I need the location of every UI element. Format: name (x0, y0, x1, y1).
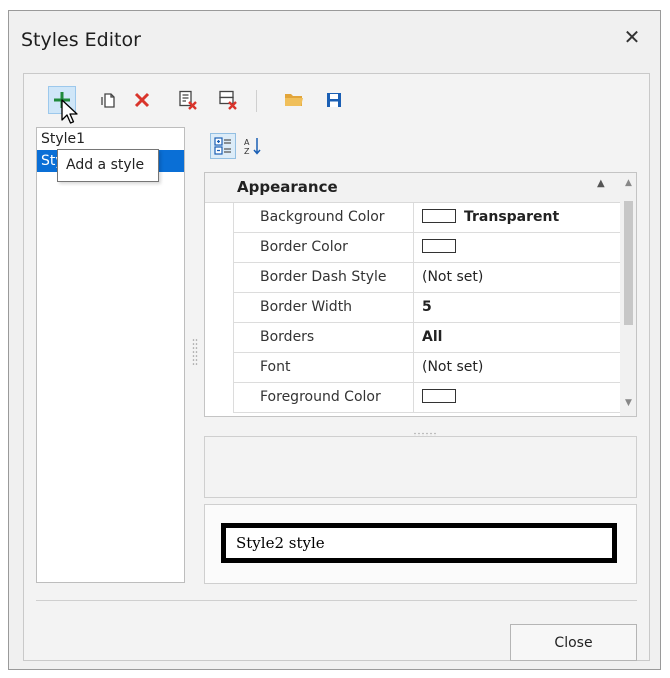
property-name: Foreground Color (233, 383, 414, 412)
property-name: Font (233, 353, 414, 382)
property-name: Border Color (233, 233, 414, 262)
property-value[interactable] (414, 233, 620, 262)
property-row-borders[interactable]: Borders All (233, 323, 620, 353)
delete-style-button[interactable] (128, 86, 156, 114)
property-name: Borders (233, 323, 414, 352)
scroll-down-icon[interactable]: ▼ (620, 395, 636, 412)
category-label: Appearance (237, 178, 338, 196)
property-value[interactable]: (Not set) (414, 353, 620, 382)
open-file-button[interactable] (280, 86, 308, 114)
style-preview-panel: Style2 style (204, 504, 637, 584)
color-swatch (422, 209, 456, 223)
property-row-border-color[interactable]: Border Color (233, 233, 620, 263)
styles-editor-window: Styles Editor ✕ Style1 A Z Appearance ▲ … (8, 10, 661, 670)
property-value[interactable] (414, 383, 620, 412)
preview-text: Style2 style (236, 534, 325, 552)
color-swatch (422, 239, 456, 253)
scrollbar-thumb[interactable] (624, 201, 633, 325)
category-row-appearance[interactable]: Appearance ▲ (205, 173, 620, 203)
window-close-icon[interactable]: ✕ (620, 25, 644, 49)
property-grid-scrollbar[interactable]: ▲ ▼ (620, 173, 636, 416)
property-row-background-color[interactable]: Background Color Transparent (233, 203, 620, 233)
horizontal-splitter[interactable] (409, 424, 449, 438)
splitter-grip-icon (192, 339, 198, 365)
property-name: Background Color (233, 203, 414, 232)
property-name: Border Dash Style (233, 263, 414, 292)
sort-az-icon: A Z (244, 138, 261, 156)
property-value[interactable]: 5 (414, 293, 620, 322)
property-row-foreground-color[interactable]: Foreground Color (233, 383, 620, 413)
color-swatch (422, 389, 456, 403)
copy-icon (101, 93, 115, 108)
property-row-font[interactable]: Font (Not set) (233, 353, 620, 383)
save-file-button[interactable] (320, 86, 348, 114)
svg-text:A: A (244, 138, 250, 147)
toolbar-separator (256, 90, 257, 112)
footer-divider (36, 600, 637, 601)
list-item-style1[interactable]: Style1 (37, 128, 184, 150)
list-purge-icon (219, 90, 237, 110)
style-preview-box: Style2 style (221, 523, 617, 563)
main-toolbar (24, 74, 649, 124)
property-description-panel (204, 436, 637, 498)
title-bar: Styles Editor ✕ (9, 11, 660, 69)
property-row-border-dash-style[interactable]: Border Dash Style (Not set) (233, 263, 620, 293)
mouse-cursor-icon (61, 99, 78, 124)
property-value[interactable]: (Not set) (414, 263, 620, 292)
clear-styles-button[interactable] (174, 86, 202, 114)
vertical-splitter[interactable] (192, 336, 198, 376)
property-value[interactable]: All (414, 323, 620, 352)
collapse-chevron-icon[interactable]: ▲ (597, 178, 605, 189)
list-delete-icon (179, 90, 197, 110)
property-row-border-width[interactable]: Border Width 5 (233, 293, 620, 323)
property-grid: Appearance ▲ Background Color Transparen… (204, 172, 637, 417)
categorized-icon (214, 137, 231, 155)
property-grid-toolbar: A Z (204, 127, 637, 172)
property-name: Border Width (233, 293, 414, 322)
close-button[interactable]: Close (510, 624, 637, 661)
copy-style-button[interactable] (94, 86, 122, 114)
categorized-view-button[interactable] (210, 133, 236, 159)
purge-styles-button[interactable] (214, 86, 242, 114)
alphabetical-view-button[interactable]: A Z (240, 133, 266, 159)
property-value[interactable]: Transparent (414, 203, 620, 232)
add-style-tooltip: Add a style (57, 149, 159, 182)
property-value-text: Transparent (464, 209, 560, 225)
delete-x-icon (134, 92, 150, 108)
folder-open-icon (285, 94, 303, 106)
style-list[interactable]: Style1 Style2 (36, 127, 185, 583)
window-title: Styles Editor (21, 29, 141, 51)
save-icon (327, 93, 341, 107)
property-grid-panel: A Z Appearance ▲ Background Color Transp… (204, 127, 637, 417)
scroll-up-icon[interactable]: ▲ (620, 175, 636, 192)
svg-text:Z: Z (244, 147, 250, 156)
